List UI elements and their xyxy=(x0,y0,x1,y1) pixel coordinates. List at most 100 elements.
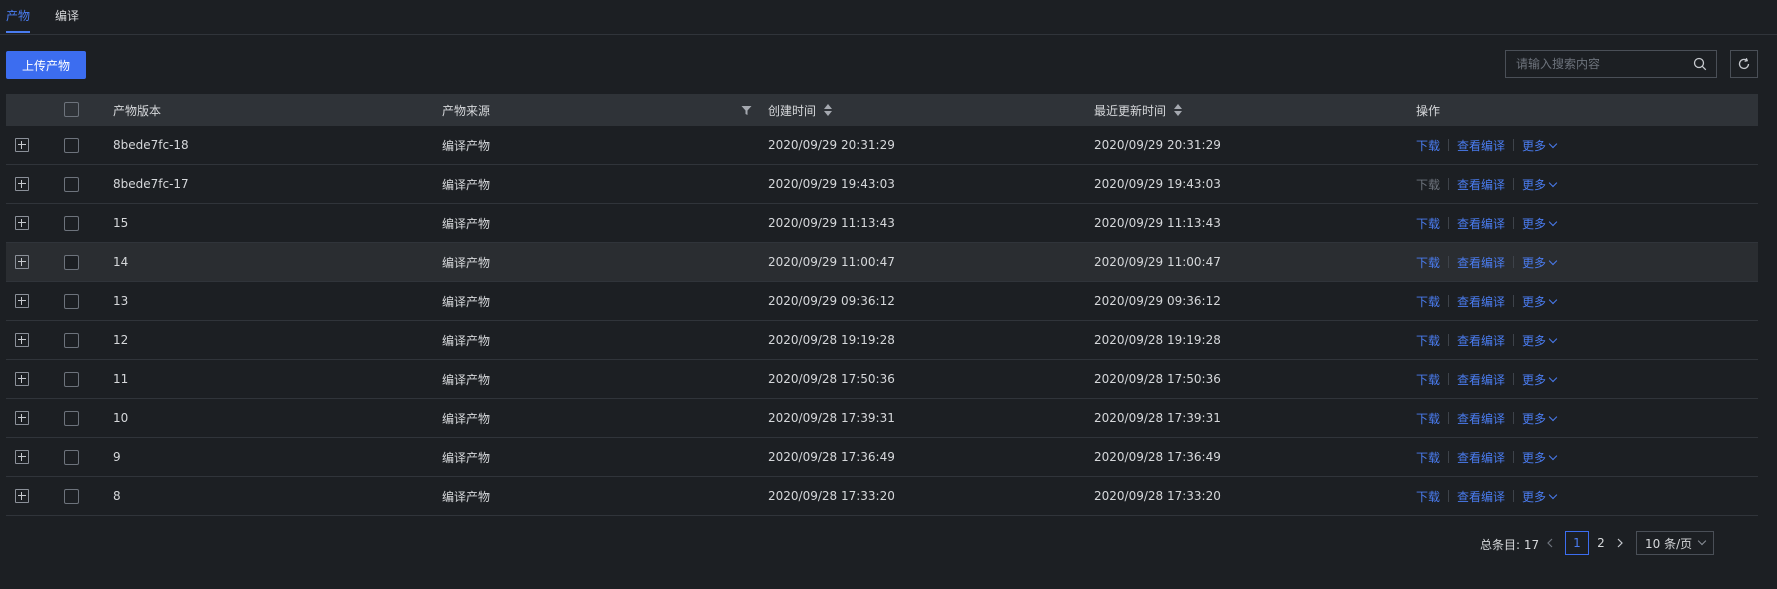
tab-builds[interactable]: 编译 xyxy=(55,7,79,24)
download-link[interactable]: 下载 xyxy=(1416,293,1440,310)
page-2-button[interactable]: 2 xyxy=(1589,531,1613,555)
divider xyxy=(1448,490,1450,502)
view-build-link[interactable]: 查看编译 xyxy=(1457,449,1505,466)
row-checkbox[interactable] xyxy=(64,294,79,309)
column-header-updated[interactable]: 最近更新时间 xyxy=(1094,94,1183,126)
more-label: 更多 xyxy=(1522,489,1547,504)
cell-updated: 2020/09/29 11:00:47 xyxy=(1094,255,1221,269)
search-input[interactable] xyxy=(1516,56,1686,72)
table-header: 产物版本 产物来源 创建时间 最近更新时间 操作 xyxy=(6,94,1758,126)
select-all-checkbox[interactable] xyxy=(64,102,79,117)
view-build-link[interactable]: 查看编译 xyxy=(1457,137,1505,154)
divider xyxy=(1513,217,1515,229)
cell-version: 13 xyxy=(113,294,129,308)
more-menu-button[interactable]: 更多 xyxy=(1522,293,1558,310)
expand-row-icon[interactable] xyxy=(15,411,29,425)
more-menu-button[interactable]: 更多 xyxy=(1522,371,1558,388)
prev-page-icon[interactable] xyxy=(1543,534,1557,552)
download-link[interactable]: 下载 xyxy=(1416,254,1440,271)
expand-row-icon[interactable] xyxy=(15,489,29,503)
more-label: 更多 xyxy=(1522,333,1547,348)
cell-source: 编译产物 xyxy=(442,177,491,192)
row-actions: 下载 查看编译 更多 xyxy=(1416,321,1558,359)
chevron-down-icon xyxy=(1548,139,1558,148)
more-menu-button[interactable]: 更多 xyxy=(1522,410,1558,427)
download-link[interactable]: 下载 xyxy=(1416,371,1440,388)
column-header-created[interactable]: 创建时间 xyxy=(768,94,833,126)
cell-version: 8bede7fc-18 xyxy=(113,138,189,152)
row-checkbox[interactable] xyxy=(64,411,79,426)
expand-row-icon[interactable] xyxy=(15,255,29,269)
table-row: 8 编译产物 2020/09/28 17:33:20 2020/09/28 17:33… xyxy=(6,477,1758,516)
row-checkbox[interactable] xyxy=(64,489,79,504)
row-checkbox[interactable] xyxy=(64,177,79,192)
row-checkbox[interactable] xyxy=(64,216,79,231)
row-checkbox[interactable] xyxy=(64,450,79,465)
download-link[interactable]: 下载 xyxy=(1416,332,1440,349)
filter-icon[interactable] xyxy=(741,94,752,126)
next-page-icon[interactable] xyxy=(1613,534,1627,552)
cell-created: 2020/09/29 11:00:47 xyxy=(768,255,895,269)
view-build-link[interactable]: 查看编译 xyxy=(1457,488,1505,505)
more-menu-button[interactable]: 更多 xyxy=(1522,332,1558,349)
more-label: 更多 xyxy=(1522,255,1547,270)
chevron-down-icon xyxy=(1548,334,1558,343)
cell-version: 10 xyxy=(113,411,129,425)
cell-version: 12 xyxy=(113,333,129,347)
expand-row-icon[interactable] xyxy=(15,177,29,191)
more-menu-button[interactable]: 更多 xyxy=(1522,137,1558,154)
more-menu-button[interactable]: 更多 xyxy=(1522,449,1558,466)
expand-row-icon[interactable] xyxy=(15,372,29,386)
view-build-link[interactable]: 查看编译 xyxy=(1457,371,1505,388)
divider xyxy=(1513,178,1515,190)
cell-updated: 2020/09/29 11:13:43 xyxy=(1094,216,1221,230)
view-build-link[interactable]: 查看编译 xyxy=(1457,176,1505,193)
more-menu-button[interactable]: 更多 xyxy=(1522,488,1558,505)
more-menu-button[interactable]: 更多 xyxy=(1522,176,1558,193)
tab-bar: 产物 编译 xyxy=(0,0,1777,35)
view-build-link[interactable]: 查看编译 xyxy=(1457,293,1505,310)
cell-version: 14 xyxy=(113,255,129,269)
download-link[interactable]: 下载 xyxy=(1416,176,1440,193)
cell-updated: 2020/09/28 19:19:28 xyxy=(1094,333,1221,347)
expand-row-icon[interactable] xyxy=(15,333,29,347)
download-link[interactable]: 下载 xyxy=(1416,410,1440,427)
expand-row-icon[interactable] xyxy=(15,216,29,230)
table-row: 13 编译产物 2020/09/29 09:36:12 2020/09/29 09:3… xyxy=(6,282,1758,321)
download-link[interactable]: 下载 xyxy=(1416,488,1440,505)
search-icon[interactable] xyxy=(1693,57,1707,71)
table-row: 9 编译产物 2020/09/28 17:36:49 2020/09/28 17:36… xyxy=(6,438,1758,477)
more-menu-button[interactable]: 更多 xyxy=(1522,215,1558,232)
row-checkbox[interactable] xyxy=(64,138,79,153)
expand-row-icon[interactable] xyxy=(15,450,29,464)
cell-source: 编译产物 xyxy=(442,372,491,387)
page-size-select[interactable]: 10 条/页 xyxy=(1636,531,1714,555)
total-count: 总条目: 17 xyxy=(1480,538,1540,552)
page-1-button[interactable]: 1 xyxy=(1565,531,1589,555)
view-build-link[interactable]: 查看编译 xyxy=(1457,410,1505,427)
table-row: 10 编译产物 2020/09/28 17:39:31 2020/09/28 17:3… xyxy=(6,399,1758,438)
more-label: 更多 xyxy=(1522,294,1547,309)
view-build-link[interactable]: 查看编译 xyxy=(1457,254,1505,271)
view-build-link[interactable]: 查看编译 xyxy=(1457,332,1505,349)
tab-artifacts[interactable]: 产物 xyxy=(6,7,30,24)
view-build-link[interactable]: 查看编译 xyxy=(1457,215,1505,232)
expand-row-icon[interactable] xyxy=(15,294,29,308)
sort-icon[interactable] xyxy=(824,104,833,116)
divider xyxy=(1513,412,1515,424)
download-link[interactable]: 下载 xyxy=(1416,449,1440,466)
upload-artifact-button[interactable]: 上传产物 xyxy=(6,51,86,79)
refresh-button[interactable] xyxy=(1730,50,1758,78)
sort-icon[interactable] xyxy=(1174,104,1183,116)
cell-created: 2020/09/29 11:13:43 xyxy=(768,216,895,230)
cell-updated: 2020/09/28 17:39:31 xyxy=(1094,411,1221,425)
expand-row-icon[interactable] xyxy=(15,138,29,152)
table-row: 14 编译产物 2020/09/29 11:00:47 2020/09/29 11:0… xyxy=(6,243,1758,282)
row-checkbox[interactable] xyxy=(64,255,79,270)
row-checkbox[interactable] xyxy=(64,372,79,387)
download-link[interactable]: 下载 xyxy=(1416,215,1440,232)
more-menu-button[interactable]: 更多 xyxy=(1522,254,1558,271)
row-checkbox[interactable] xyxy=(64,333,79,348)
cell-version: 8bede7fc-17 xyxy=(113,177,189,191)
download-link[interactable]: 下载 xyxy=(1416,137,1440,154)
